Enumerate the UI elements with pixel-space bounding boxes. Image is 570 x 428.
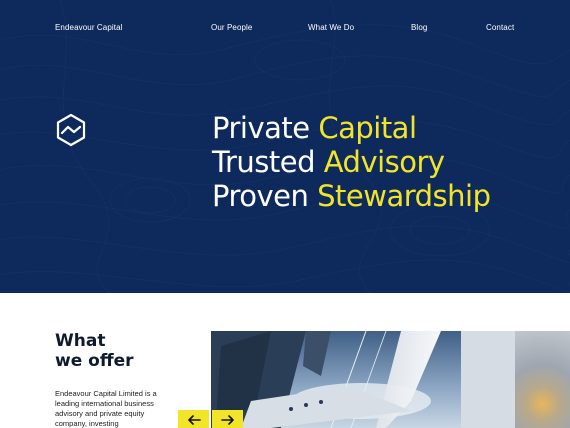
sailboat-image [211,331,515,428]
headline-line-2: Trusted Advisory [212,145,445,179]
nav-blog[interactable]: Blog [411,23,427,33]
hero-section: Endeavour Capital Our People What We Do … [0,0,570,293]
next-slide-button[interactable] [212,410,243,428]
brand-link[interactable]: Endeavour Capital [55,23,123,33]
secondary-image [515,331,570,428]
offer-title: What we offer [55,331,134,371]
offer-description: Endeavour Capital Limited is a leading i… [55,389,157,428]
nav-contact[interactable]: Contact [486,23,514,33]
hero-headline: Private Capital Trusted Advisory Proven … [212,111,491,213]
prev-slide-button[interactable] [178,410,209,428]
nav-our-people[interactable]: Our People [211,23,252,33]
nav-what-we-do[interactable]: What We Do [308,23,354,33]
arrow-right-icon [220,415,234,425]
headline-line-1: Private Capital [212,111,417,145]
headline-line-3: Proven Stewardship [212,179,491,213]
arrow-left-icon [187,415,201,425]
hexagon-logo-icon [56,113,86,147]
